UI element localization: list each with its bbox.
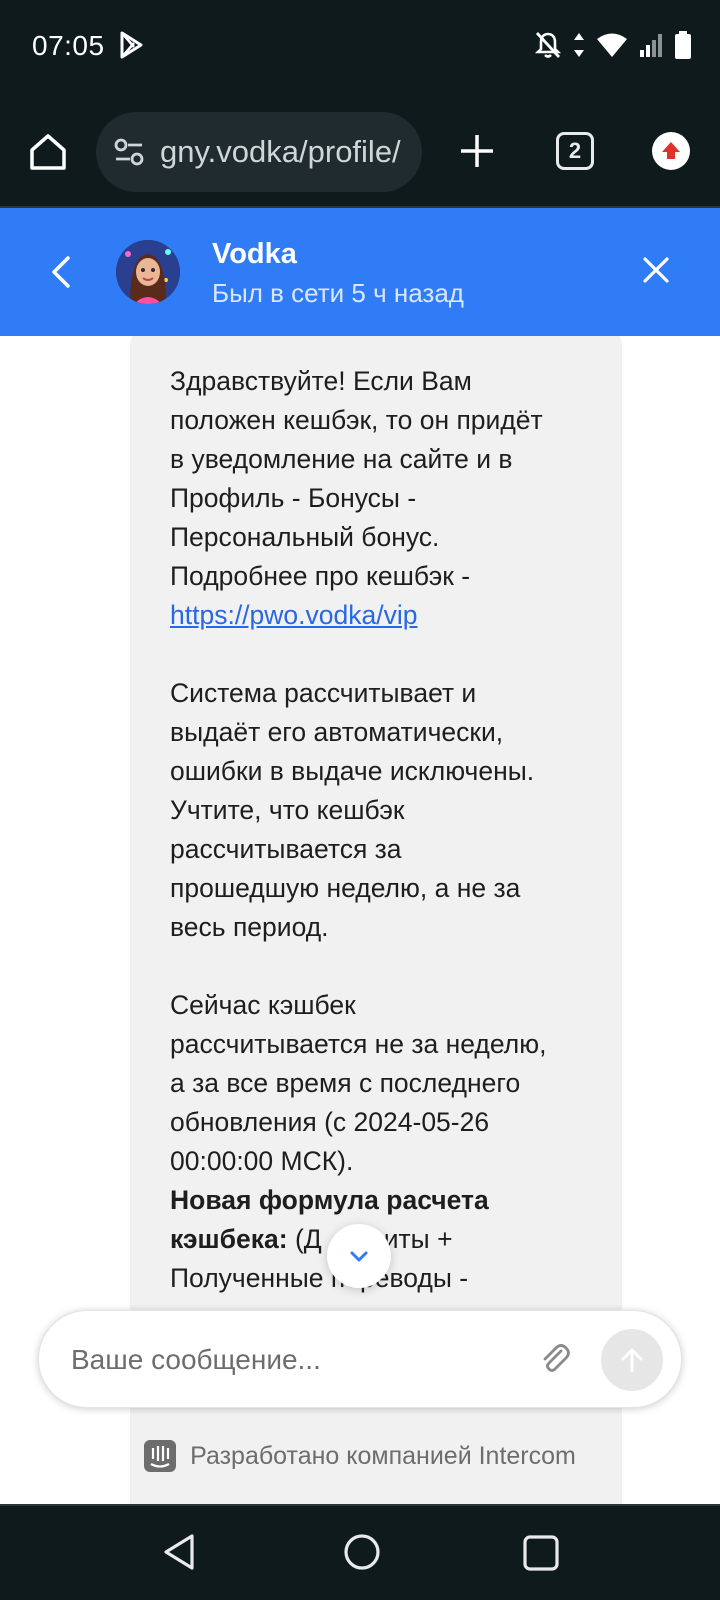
message-line: Система рассчитывает и (170, 678, 477, 708)
data-arrows-icon (574, 33, 584, 57)
formula-heading-2: кэшбека: (170, 1224, 288, 1254)
agent-avatar (116, 240, 180, 304)
signal-icon (640, 34, 662, 57)
message-line: обновления (с 2024-05-26 (170, 1107, 490, 1137)
message-input[interactable] (71, 1337, 511, 1383)
tab-count: 2 (568, 138, 582, 163)
message-line: выдаёт его автоматически, (170, 717, 504, 747)
tab-switcher-icon[interactable]: 2 (556, 132, 594, 170)
message-line: Учтите, что кешбэк (170, 795, 405, 825)
message-line: Персональный бонус. (170, 522, 440, 552)
status-icons (534, 30, 692, 60)
site-settings-icon[interactable] (112, 135, 146, 169)
message-line: рассчитывается не за неделю, (170, 1029, 547, 1059)
notifications-off-icon (534, 32, 562, 58)
update-arrow-icon (662, 142, 680, 159)
formula-text: (Д (287, 1224, 322, 1254)
nav-recents-icon[interactable] (522, 1534, 560, 1572)
google-play-icon (120, 31, 143, 59)
agent-last-seen: Был в сети 5 ч назад (212, 278, 464, 308)
formula-text-2: иты + (383, 1224, 453, 1254)
status-time: 07:05 (32, 30, 105, 61)
message-line: Подробнее про кешбэк - (170, 561, 471, 591)
message-line: Здравствуйте! Если Вам (170, 366, 472, 396)
message-line: Профиль - Бонусы - (170, 483, 417, 513)
message-line: положен кешбэк, то он придёт (170, 405, 543, 435)
message-line: рассчитывается за (170, 834, 402, 864)
wifi-icon (597, 33, 627, 57)
update-button[interactable] (652, 132, 690, 170)
paperclip-icon[interactable] (537, 1341, 573, 1377)
message-line: 00:00:00 МСК). (170, 1146, 354, 1176)
message-line: весь период. (170, 912, 329, 942)
url-text[interactable]: gny.vodka/profile/ (160, 134, 401, 170)
message-line: а за все время с последнего (170, 1068, 521, 1098)
new-tab-plus-icon[interactable] (456, 130, 498, 172)
agent-name: Vodka (212, 238, 297, 270)
nav-back-icon[interactable] (158, 1530, 202, 1574)
close-icon[interactable] (640, 254, 672, 286)
message-line: ошибки в выдаче исключены. (170, 756, 535, 786)
nav-home-icon[interactable] (340, 1530, 384, 1574)
browser-toolbar: gny.vodka/profile/ 2 (0, 100, 720, 208)
chevron-down-icon (350, 1251, 368, 1262)
message-line: Сейчас кэшбек (170, 990, 356, 1020)
message-line: в уведомление на сайте и в (170, 444, 513, 474)
home-icon[interactable] (26, 130, 70, 174)
status-bar: 07:05 (0, 0, 720, 100)
intercom-logo-icon (144, 1440, 177, 1472)
arrow-up-icon (621, 1348, 643, 1373)
avatar-illustration (116, 240, 180, 304)
formula-heading: Новая формула расчета (170, 1185, 489, 1215)
address-bar[interactable]: gny.vodka/profile/ (96, 112, 422, 192)
conversation-area[interactable]: Здравствуйте! Если Вам положен кешбэк, т… (0, 336, 720, 1506)
vip-link[interactable]: https://pwo.vodka/vip (170, 600, 417, 630)
scroll-to-bottom-button[interactable] (327, 1224, 391, 1288)
message-line: прошедшую неделю, а не за (170, 873, 521, 903)
system-navigation-bar (0, 1504, 720, 1600)
powered-by-footer[interactable]: Разработано компанией Intercom (0, 1436, 720, 1476)
battery-icon (675, 31, 691, 59)
send-button[interactable] (601, 1329, 663, 1391)
chevron-left-icon[interactable] (44, 252, 80, 292)
message-composer (38, 1310, 682, 1408)
chat-header: Vodka Был в сети 5 ч назад (0, 208, 720, 336)
powered-by-text[interactable]: Разработано компанией Intercom (190, 1442, 576, 1471)
